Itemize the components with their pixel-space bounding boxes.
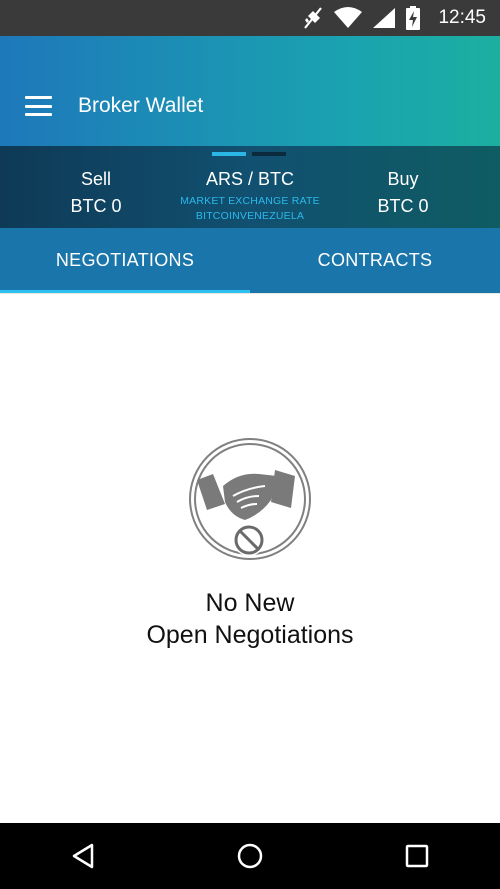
sell-label: Sell bbox=[80, 169, 111, 189]
page-indicator-dot bbox=[252, 152, 286, 156]
buy-label: Buy bbox=[387, 169, 419, 189]
hamburger-menu-icon[interactable] bbox=[25, 96, 52, 116]
currency-pair-label: ARS / BTC bbox=[205, 169, 294, 189]
rate-provider-caption: BITCOINVENEZUELA bbox=[195, 210, 305, 222]
page-indicator bbox=[212, 152, 286, 156]
status-bar: 12:45 bbox=[0, 0, 500, 36]
battery-charging-icon bbox=[406, 6, 421, 30]
page-indicator-dot-active bbox=[212, 152, 246, 156]
system-nav-bar bbox=[0, 823, 500, 889]
exchange-rate-bar[interactable]: Sell BTC 0 ARS / BTC MARKET EXCHANGE RAT… bbox=[0, 146, 500, 228]
status-icons: 12:45 bbox=[302, 0, 486, 36]
home-icon[interactable] bbox=[220, 826, 280, 886]
currency-pair: ARS / BTC MARKET EXCHANGE RATE BITCOINVE… bbox=[150, 168, 350, 224]
tab-contracts[interactable]: CONTRACTS bbox=[250, 228, 500, 293]
buy-summary: Buy BTC 0 bbox=[353, 168, 453, 217]
cell-signal-icon bbox=[373, 8, 396, 28]
handshake-blocked-icon bbox=[189, 438, 311, 560]
empty-state-line-1: No New bbox=[205, 589, 295, 617]
app-title: Broker Wallet bbox=[78, 94, 204, 117]
sell-summary: Sell BTC 0 bbox=[46, 168, 146, 217]
no-vibration-icon bbox=[304, 7, 323, 29]
status-time: 12:45 bbox=[438, 7, 486, 28]
divider bbox=[0, 293, 500, 294]
empty-state-message: No New Open Negotiations bbox=[0, 587, 500, 651]
buy-value: BTC 0 bbox=[377, 196, 429, 216]
empty-state-line-2: Open Negotiations bbox=[146, 621, 354, 649]
tab-negotiations[interactable]: NEGOTIATIONS bbox=[0, 228, 250, 293]
wifi-icon bbox=[334, 7, 363, 28]
app-bar: Broker Wallet bbox=[0, 36, 500, 146]
sell-value: BTC 0 bbox=[70, 196, 122, 216]
rate-source-caption: MARKET EXCHANGE RATE bbox=[180, 195, 320, 207]
recents-icon[interactable] bbox=[387, 826, 447, 886]
tab-bar: NEGOTIATIONS CONTRACTS bbox=[0, 228, 500, 293]
back-icon[interactable] bbox=[53, 826, 113, 886]
